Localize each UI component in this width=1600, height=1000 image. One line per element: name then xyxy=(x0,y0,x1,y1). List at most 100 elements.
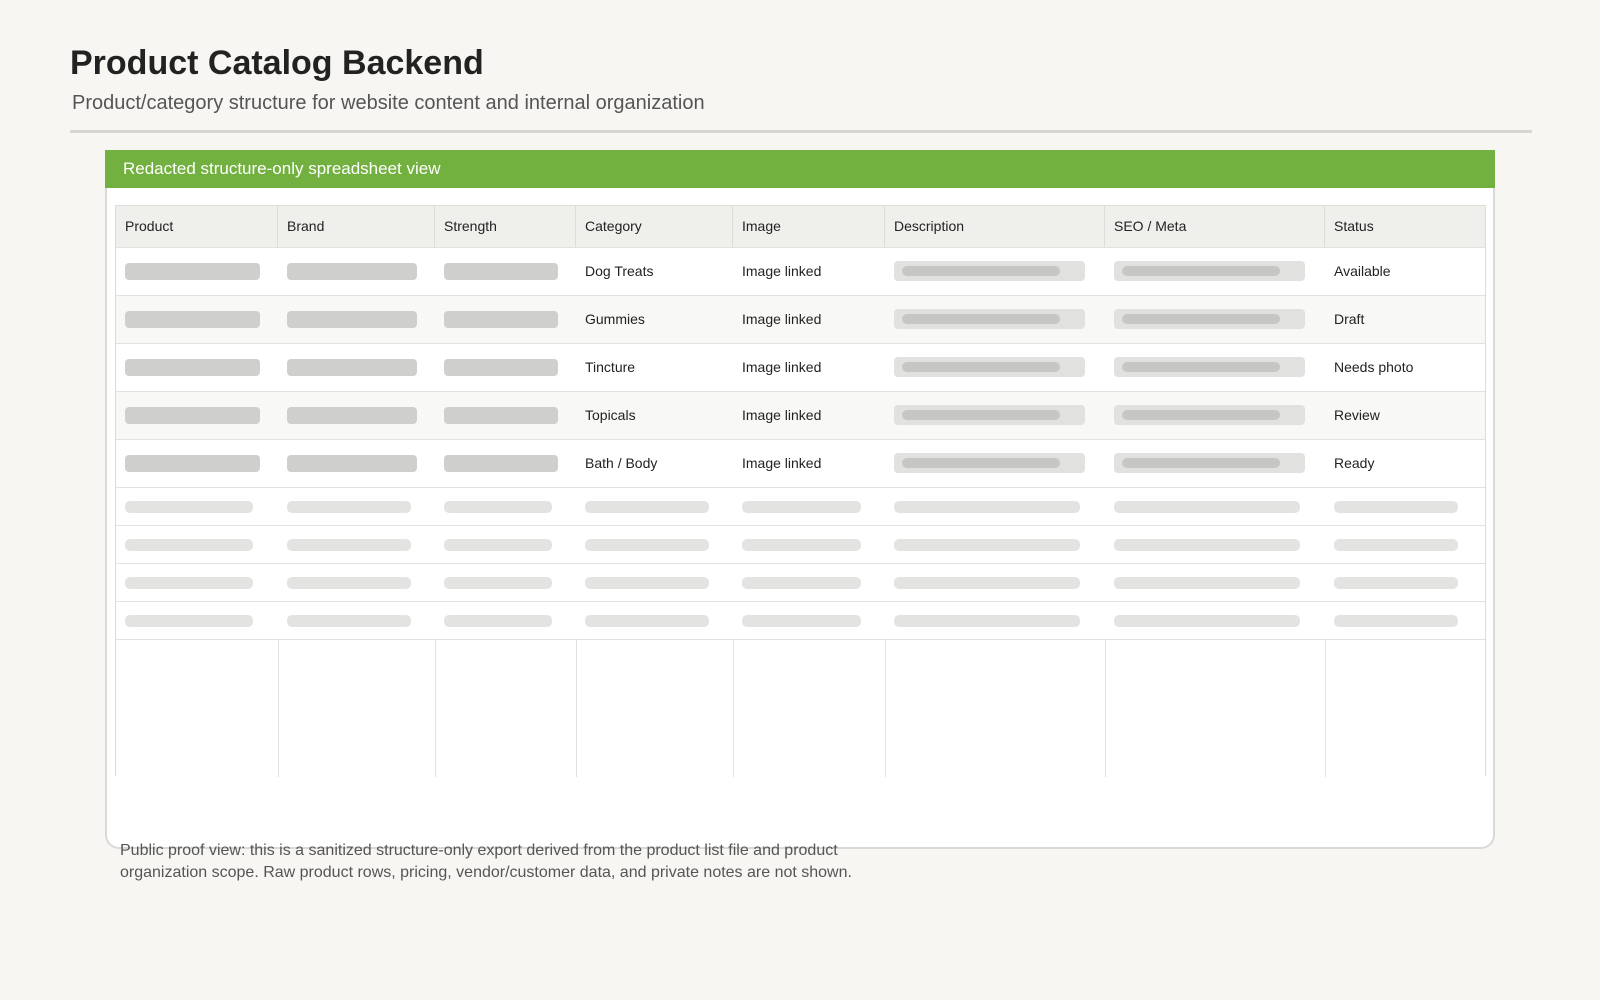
redacted-strength xyxy=(444,311,558,328)
footnote: Public proof view: this is a sanitized s… xyxy=(120,842,852,881)
status-cell: Draft xyxy=(1334,311,1365,327)
redacted-brand xyxy=(287,359,417,376)
status-cell: Available xyxy=(1334,263,1391,279)
column-divider xyxy=(1105,639,1106,777)
redacted-product xyxy=(125,263,260,280)
skeleton-cell xyxy=(1114,539,1300,551)
redacted-strength xyxy=(444,407,558,424)
skeleton-cell xyxy=(585,539,709,551)
table-row[interactable]: Bath / Body Image linked Ready xyxy=(116,440,1485,488)
skeleton-cell xyxy=(1114,615,1300,627)
image-cell: Image linked xyxy=(742,407,822,423)
image-cell: Image linked xyxy=(742,263,822,279)
category-cell: Bath / Body xyxy=(585,455,658,471)
skeleton-cell xyxy=(1334,501,1458,513)
column-divider xyxy=(278,639,279,777)
redacted-product xyxy=(125,359,260,376)
placeholder-row xyxy=(116,564,1485,602)
skeleton-cell xyxy=(742,539,861,551)
skeleton-cell xyxy=(585,577,709,589)
column-divider xyxy=(576,639,577,777)
column-header-description[interactable]: Description xyxy=(885,206,1105,247)
redacted-seo-meta xyxy=(1114,261,1305,281)
status-cell: Needs photo xyxy=(1334,359,1414,375)
redacted-description xyxy=(894,453,1085,473)
category-cell: Dog Treats xyxy=(585,263,654,279)
column-divider xyxy=(885,639,886,777)
skeleton-cell xyxy=(742,577,861,589)
skeleton-cell xyxy=(444,577,552,589)
status-cell: Review xyxy=(1334,407,1380,423)
title-divider xyxy=(70,130,1532,133)
redacted-strength xyxy=(444,359,558,376)
column-divider xyxy=(733,639,734,777)
column-header-brand[interactable]: Brand xyxy=(278,206,435,247)
image-cell: Image linked xyxy=(742,359,822,375)
table-row[interactable]: Topicals Image linked Review xyxy=(116,392,1485,440)
skeleton-cell xyxy=(1114,501,1300,513)
redacted-description xyxy=(894,405,1085,425)
column-divider xyxy=(435,639,436,777)
skeleton-cell xyxy=(125,539,253,551)
table-row[interactable]: Dog Treats Image linked Available xyxy=(116,248,1485,296)
redacted-description xyxy=(894,261,1085,281)
column-header-strength[interactable]: Strength xyxy=(435,206,576,247)
header-row: Product Brand Strength Category Image De… xyxy=(116,206,1485,248)
skeleton-cell xyxy=(444,615,552,627)
column-header-product[interactable]: Product xyxy=(116,206,278,247)
redacted-product xyxy=(125,311,260,328)
spreadsheet-banner: Redacted structure-only spreadsheet view xyxy=(105,150,1495,188)
redacted-strength xyxy=(444,263,558,280)
placeholder-row xyxy=(116,602,1485,640)
skeleton-cell xyxy=(287,615,411,627)
redacted-seo-meta xyxy=(1114,453,1305,473)
skeleton-cell xyxy=(444,501,552,513)
redacted-strength xyxy=(444,455,558,472)
skeleton-cell xyxy=(585,501,709,513)
redacted-description xyxy=(894,357,1085,377)
table-row[interactable]: Tincture Image linked Needs photo xyxy=(116,344,1485,392)
table-row[interactable]: Gummies Image linked Draft xyxy=(116,296,1485,344)
redacted-seo-meta xyxy=(1114,309,1305,329)
page-title: Product Catalog Backend xyxy=(70,44,484,82)
skeleton-cell xyxy=(894,615,1080,627)
redacted-brand xyxy=(287,407,417,424)
skeleton-cell xyxy=(125,577,253,589)
skeleton-cell xyxy=(125,615,253,627)
spreadsheet-grid: Product Brand Strength Category Image De… xyxy=(115,205,1486,777)
column-header-image[interactable]: Image xyxy=(733,206,885,247)
redacted-brand xyxy=(287,311,417,328)
redacted-seo-meta xyxy=(1114,357,1305,377)
redacted-product xyxy=(125,407,260,424)
placeholder-row xyxy=(116,526,1485,564)
category-cell: Topicals xyxy=(585,407,636,423)
skeleton-cell xyxy=(894,577,1080,589)
column-header-status[interactable]: Status xyxy=(1325,206,1485,247)
redacted-brand xyxy=(287,455,417,472)
skeleton-cell xyxy=(1334,539,1458,551)
column-header-category[interactable]: Category xyxy=(576,206,733,247)
column-divider xyxy=(1325,639,1326,777)
skeleton-cell xyxy=(742,501,861,513)
category-cell: Tincture xyxy=(585,359,636,375)
skeleton-cell xyxy=(585,615,709,627)
redacted-brand xyxy=(287,263,417,280)
skeleton-cell xyxy=(894,539,1080,551)
page-subtitle: Product/category structure for website c… xyxy=(72,92,705,114)
skeleton-cell xyxy=(894,501,1080,513)
placeholder-row xyxy=(116,488,1485,526)
skeleton-cell xyxy=(125,501,253,513)
image-cell: Image linked xyxy=(742,311,822,327)
redacted-description xyxy=(894,309,1085,329)
column-header-seo-meta[interactable]: SEO / Meta xyxy=(1105,206,1325,247)
redacted-product xyxy=(125,455,260,472)
category-cell: Gummies xyxy=(585,311,645,327)
skeleton-cell xyxy=(444,539,552,551)
skeleton-cell xyxy=(742,615,861,627)
skeleton-cell xyxy=(1334,615,1458,627)
redacted-seo-meta xyxy=(1114,405,1305,425)
skeleton-cell xyxy=(1114,577,1300,589)
skeleton-cell xyxy=(287,501,411,513)
skeleton-cell xyxy=(287,577,411,589)
skeleton-cell xyxy=(287,539,411,551)
